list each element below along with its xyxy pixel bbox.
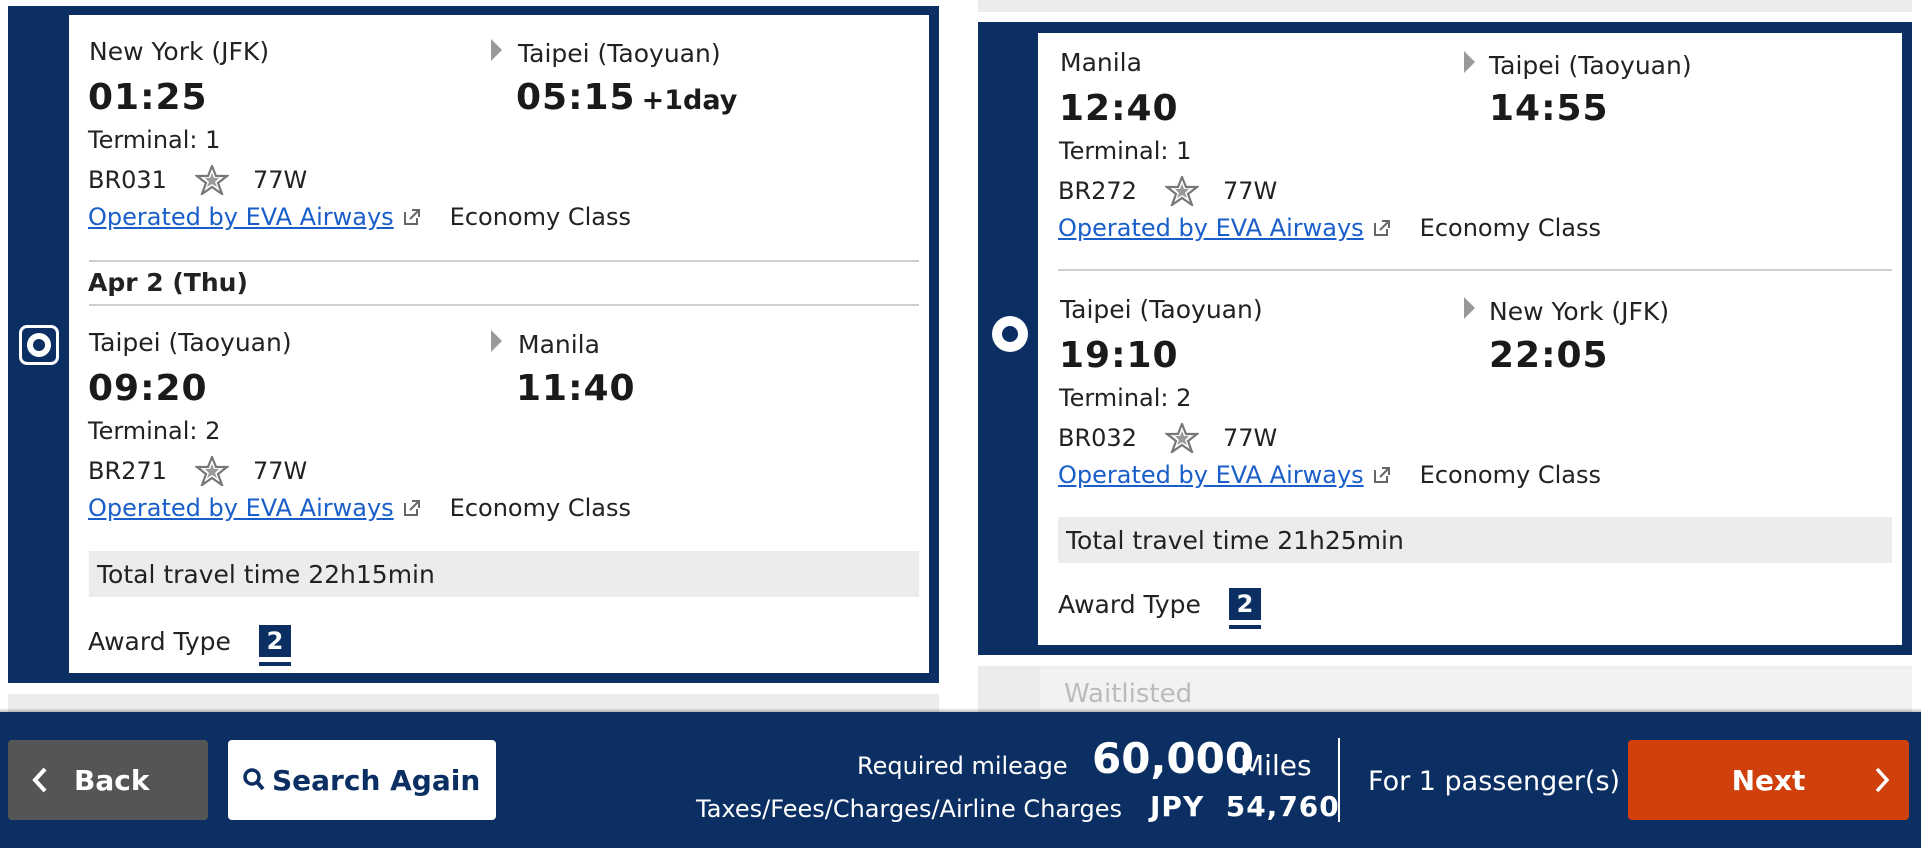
flight-option-card-b[interactable]: Manila Taipei (Taoyuan) 12:40 14:55 Term… [978,22,1912,655]
route-arrow-icon [1464,51,1475,73]
external-link-icon [403,500,420,516]
operator-row: Operated by EVA Airways Economy Class [88,494,631,522]
star-alliance-icon [194,165,229,195]
depart-time: 19:10 [1059,335,1179,376]
date-header: Apr 2 (Thu) [88,268,248,297]
divider [89,260,919,262]
star-alliance-icon [1164,176,1199,206]
award-type-badge[interactable]: 2 [258,625,291,666]
award-type-label: Award Type [88,626,231,656]
total-travel-time: Total travel time 22h15min [89,551,919,597]
aircraft-type: 77W [1222,177,1278,205]
previous-option-strip [978,0,1912,12]
depart-time: 01:25 [88,77,208,118]
chevron-right-icon [1875,767,1890,793]
search-again-button[interactable]: Search Again [228,740,496,820]
flight-info-row: BR271 77W [88,456,307,486]
operator-row: Operated by EVA Airways Economy Class [1058,461,1601,489]
award-type-badge[interactable]: 2 [1228,588,1261,629]
star-alliance-icon [194,456,229,486]
segment-destination: Taipei (Taoyuan) [518,39,721,68]
segment-origin: New York (JFK) [89,37,270,66]
depart-time: 09:20 [88,368,208,409]
next-button-label: Next [1731,763,1806,797]
arrive-time: 05:15 [516,77,636,118]
search-again-label: Search Again [272,763,481,797]
star-alliance-icon [1164,423,1199,453]
aircraft-type: 77W [1222,424,1278,452]
option-a-radio-button[interactable] [19,325,59,365]
divider [89,304,919,306]
aircraft-type: 77W [252,457,308,485]
segment-origin: Manila [1060,48,1142,77]
chevron-left-icon [32,767,47,793]
search-icon [243,768,265,791]
segment-destination: Taipei (Taoyuan) [1489,51,1692,80]
external-link-icon [403,209,420,225]
flight-number: BR272 [1058,177,1137,205]
taxes-value: JPY 54,760 [1150,790,1340,823]
departure-terminal: Terminal: 1 [88,126,221,154]
footer-divider [1338,738,1340,822]
arrive-time: 11:40 [516,368,636,409]
operator-row: Operated by EVA Airways Economy Class [1058,214,1601,242]
departure-terminal: Terminal: 2 [1059,384,1192,412]
depart-time: 12:40 [1059,88,1179,129]
cabin-class: Economy Class [1419,214,1601,242]
route-arrow-icon [491,39,502,61]
flight-info-row: BR032 77W [1058,423,1277,453]
option-b-details: Manila Taipei (Taoyuan) 12:40 14:55 Term… [1038,33,1902,645]
external-link-icon [1373,467,1390,483]
departure-terminal: Terminal: 1 [1059,137,1192,165]
route-arrow-icon [491,330,502,352]
next-button[interactable]: Next [1628,740,1909,820]
operated-by-link[interactable]: Operated by EVA Airways [1058,461,1364,489]
flight-number: BR032 [1058,424,1137,452]
cabin-class: Economy Class [449,494,631,522]
option-a-details: New York (JFK) Taipei (Taoyuan) 01:25 05… [69,15,929,673]
next-day-note: +1day [641,85,738,116]
back-button-label: Back [74,763,150,797]
operated-by-link[interactable]: Operated by EVA Airways [1058,214,1364,242]
flight-info-row: BR272 77W [1058,176,1277,206]
flight-option-card-a[interactable]: New York (JFK) Taipei (Taoyuan) 01:25 05… [8,6,939,683]
option-b-radio-button[interactable] [992,316,1028,352]
radio-selected-dot [1002,326,1018,342]
operated-by-link[interactable]: Operated by EVA Airways [88,494,394,522]
flight-info-row: BR031 77W [88,165,307,195]
arrive-time: 14:55 [1489,88,1609,129]
arrive-time: 22:05 [1489,335,1609,376]
departure-terminal: Terminal: 2 [88,417,221,445]
flight-number: BR031 [88,166,167,194]
passenger-count: For 1 passenger(s) [1368,766,1621,797]
segment-origin: Taipei (Taoyuan) [89,328,292,357]
taxes-label: Taxes/Fees/Charges/Airline Charges [696,795,1123,823]
award-type-row: Award Type 2 [1058,588,1261,629]
required-mileage-label: Required mileage [857,752,1068,780]
flight-number: BR271 [88,457,167,485]
segment-origin: Taipei (Taoyuan) [1060,295,1263,324]
award-type-row: Award Type 2 [88,625,291,666]
operator-row: Operated by EVA Airways Economy Class [88,203,631,231]
total-travel-time: Total travel time 21h25min [1058,517,1892,563]
arrive-time-wrapper: 05:15 +1day [516,77,737,118]
cabin-class: Economy Class [1419,461,1601,489]
award-type-label: Award Type [1058,589,1201,619]
segment-destination: Manila [518,330,600,359]
required-mileage-value: 60,000 [1092,734,1255,783]
aircraft-type: 77W [252,166,308,194]
route-arrow-icon [1464,297,1475,319]
divider [1058,269,1892,271]
required-mileage-unit: Miles [1240,749,1312,782]
operated-by-link[interactable]: Operated by EVA Airways [88,203,394,231]
segment-destination: New York (JFK) [1489,297,1670,326]
external-link-icon [1373,220,1390,236]
radio-selected-dot [27,333,51,357]
back-button[interactable]: Back [8,740,208,820]
booking-footer-bar: Back Search Again Required mileage 60,00… [0,708,1921,848]
cabin-class: Economy Class [449,203,631,231]
